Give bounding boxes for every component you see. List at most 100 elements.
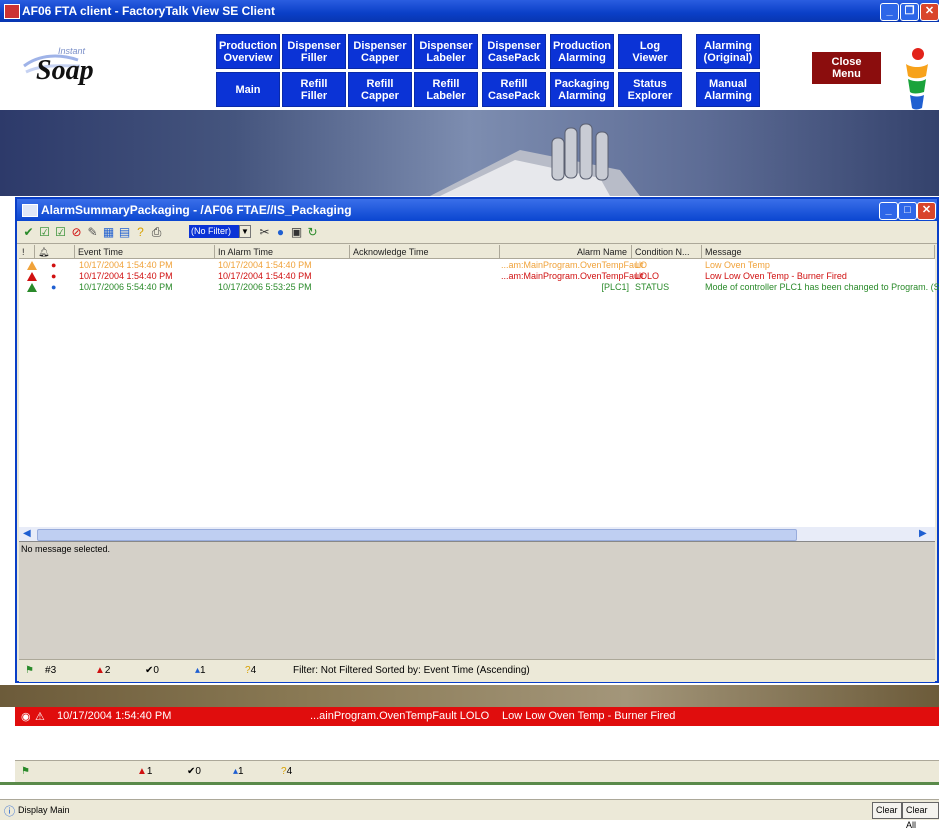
table-row[interactable]: ● 10/17/2006 5:54:40 PM 10/17/2006 5:53:25… [19,282,939,293]
spacer [0,785,939,799]
cell-alarm-name: [PLC1] [601,282,629,292]
tools-icon[interactable]: ✂ [257,225,272,239]
nav-button-row2-2[interactable]: Refill Capper [348,72,412,107]
table-row[interactable]: ● 10/17/2004 1:54:40 PM 10/17/2004 1:54:40… [19,271,935,282]
nav-button-row2-7[interactable]: Manual Alarming [696,72,760,107]
close-menu-button[interactable]: Close Menu [812,52,881,84]
alarm-grid[interactable]: ! 🔔︎ Event Time In Alarm Time Acknowledg… [19,245,939,527]
app-title: AF06 FTA client - FactoryTalk View SE Cl… [22,4,275,18]
alarm-status-bar: ⚑ #3 ▲2 ✔0 ▴1 ?4 Filter: Not Filtered So… [19,659,935,682]
cell-alarm-name: ...am:MainProgram.OvenTempFault [501,260,644,270]
acked-count: ✔0 [187,766,201,777]
cell-condition: LOLO [635,271,660,281]
alarm-toolbar: ✔ ☑ ☑ ⊘ ✎ ▦ ▤ ? ⎙ (No Filter) ▼ ✂ ● ▣ ↻ [17,221,937,244]
condition-column-header[interactable]: Condition N... [632,245,702,259]
app-title-bar: AF06 FTA client - FactoryTalk View SE Cl… [0,0,939,22]
save-icon[interactable]: ▣ [289,225,304,239]
nav-button-row1-7[interactable]: Alarming (Original) [696,34,760,69]
clear-all-button[interactable]: Clear All [902,802,939,830]
table-row[interactable]: ● 10/17/2004 1:54:40 PM 10/17/2004 1:54:40… [19,260,935,271]
close-button[interactable]: ✕ [920,3,939,21]
nav-button-row2-3[interactable]: Refill Labeler [414,72,478,107]
window-icon [22,204,38,217]
summary-minimize-button[interactable]: _ [879,202,898,220]
cell-event-time: 10/17/2004 1:54:40 PM [79,260,173,270]
cell-in-alarm-time: 10/17/2004 1:54:40 PM [218,260,312,270]
alarm-summary-window: AlarmSummaryPackaging - /AF06 FTAE//IS_P… [15,197,939,683]
message-detail-pane: No message selected. [19,541,935,660]
severity-column-header[interactable]: ! [19,245,35,259]
chevron-down-icon[interactable]: ▼ [239,225,251,238]
normal-count: ▴1 [195,665,206,676]
acknowledge-page-icon[interactable]: ☑ [37,225,52,239]
instant-soap-logo: Instant Soap [20,36,140,96]
nav-button-row1-5[interactable]: Production Alarming [550,34,614,69]
alarm-name-column-header[interactable]: Alarm Name [500,245,632,259]
acknowledge-all-icon[interactable]: ☑ [53,225,68,239]
scroll-left-icon[interactable]: ◀ [23,528,31,539]
cell-in-alarm-time: 10/17/2006 5:53:25 PM [218,282,312,292]
cell-message: Mode of controller PLC1 has been changed… [705,282,939,292]
scroll-right-icon[interactable]: ▶ [919,528,927,539]
nav-button-row1-3[interactable]: Dispenser Labeler [414,34,478,69]
cell-message: Low Low Oven Temp - Burner Fired [705,271,847,281]
shelve-icon[interactable]: ▦ [101,225,116,239]
event-time-column-header[interactable]: Event Time [75,245,215,259]
filter-select[interactable]: (No Filter) [189,225,239,238]
cell-in-alarm-time: 10/17/2004 1:54:40 PM [218,271,312,281]
bell-icon: ● [51,282,57,292]
suppress-icon[interactable]: ✎ [85,225,100,239]
scrollbar-thumb[interactable] [37,529,797,541]
nav-button-row1-4[interactable]: Dispenser CasePack [482,34,546,69]
command-bar: ⓘ Display Main Clear Clear All [0,799,939,830]
cell-event-time: 10/17/2006 5:54:40 PM [79,282,173,292]
message-column-header[interactable]: Message [702,245,935,259]
nav-button-row1-1[interactable]: Dispenser Filler [282,34,346,69]
nav-button-row2-4[interactable]: Refill CasePack [482,72,546,107]
nav-button-row1-2[interactable]: Dispenser Capper [348,34,412,69]
bell-column-header[interactable]: 🔔︎ [35,245,75,259]
bell-icon: ● [51,260,57,270]
details-icon[interactable]: ▤ [117,225,132,239]
acked-count: ✔0 [145,665,159,676]
bell-icon: ● [51,271,57,281]
in-alarm-count: ▲1 [137,766,153,777]
horizontal-scrollbar[interactable]: ◀ ▶ [19,527,935,541]
nav-button-row2-5[interactable]: Packaging Alarming [550,72,614,107]
nav-button-row1-0[interactable]: Production Overview [216,34,280,69]
severity-icon [27,272,37,281]
clear-button[interactable]: Clear [872,802,902,819]
bell-icon: ⚠ [35,711,45,723]
help-icon[interactable]: ? [133,225,148,239]
flag-icon: ⚑ [25,665,34,676]
navigation-panel: Instant Soap Production Overview Dispense… [0,22,939,110]
unacked-count: ?4 [281,766,293,777]
acknowledge-icon[interactable]: ✔ [21,225,36,239]
minimize-button[interactable]: _ [880,3,899,21]
ack-time-column-header[interactable]: Acknowledge Time [350,245,500,259]
status-icon[interactable]: ● [273,225,288,239]
summary-close-button[interactable]: ✕ [917,202,936,220]
disable-icon[interactable]: ⊘ [69,225,84,239]
in-alarm-count: ▲2 [95,665,111,676]
in-alarm-time-column-header[interactable]: In Alarm Time [215,245,350,259]
nav-button-row2-0[interactable]: Main [216,72,280,107]
refresh-icon[interactable]: ↻ [305,225,320,239]
nav-button-row2-6[interactable]: Status Explorer [618,72,682,107]
flag-icon: ⚑ [21,766,30,777]
alarm-banner-list [15,726,939,760]
banner-status-bar: ⚑ ▲1 ✔0 ▴1 ?4 [15,760,939,783]
header-banner-image [0,110,939,196]
nav-button-row1-6[interactable]: Log Viewer [618,34,682,69]
info-icon: ⓘ [4,806,15,818]
severity-icon [27,261,37,270]
print-icon[interactable]: ⎙ [149,225,164,239]
alarm-active-icon: ◉ [21,711,31,723]
summary-maximize-button[interactable]: □ [898,202,917,220]
normal-count: ▴1 [233,766,244,777]
cell-event-time: 10/17/2004 1:54:40 PM [79,271,173,281]
severity-icon [27,283,37,292]
nav-button-row2-1[interactable]: Refill Filler [282,72,346,107]
alarm-banner[interactable]: ◉ ⚠ 10/17/2004 1:54:40 PM ...ainProgram.… [15,707,939,726]
restore-button[interactable]: ❐ [900,3,919,21]
